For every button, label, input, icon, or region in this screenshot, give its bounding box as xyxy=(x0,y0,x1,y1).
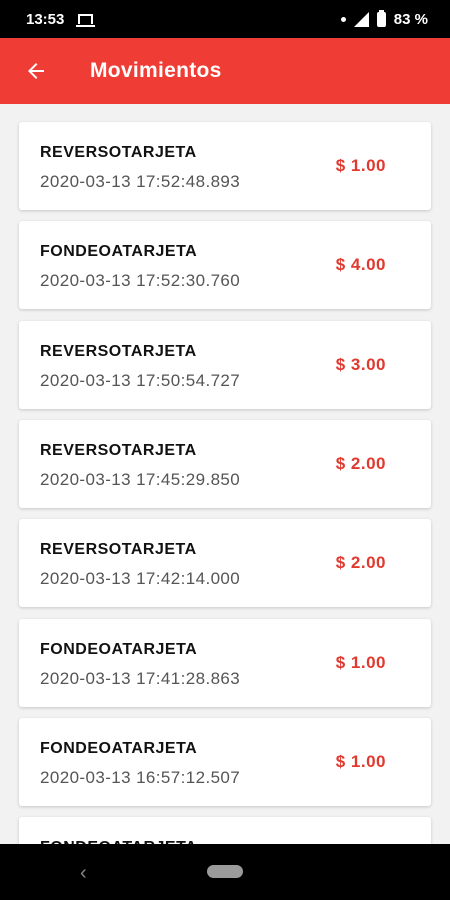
laptop-icon xyxy=(76,14,96,27)
back-button[interactable] xyxy=(0,38,70,104)
movement-type: REVERSOTARJETA xyxy=(40,541,197,558)
movement-date: 2020-03-13 17:45:29.850 xyxy=(40,470,241,489)
movement-date: 2020-03-13 17:52:48.893 xyxy=(40,172,241,191)
movement-amount: $ 1.00 xyxy=(335,156,386,175)
movement-type: FONDEOATARJETA xyxy=(40,740,198,757)
battery-level: 83 % xyxy=(393,10,428,28)
movement-type: REVERSOTARJETA xyxy=(40,442,197,459)
movement-card[interactable]: REVERSOTARJETA 2020-03-13 17:42:14.000 $… xyxy=(19,519,431,607)
nav-back-icon[interactable]: ‹ xyxy=(80,862,87,885)
movement-type: REVERSOTARJETA xyxy=(40,343,197,360)
movement-date: 2020-03-13 17:41:28.863 xyxy=(40,669,241,688)
movement-type: FONDEOATARJETA xyxy=(40,243,198,260)
movement-amount: $ 2.00 xyxy=(335,553,386,572)
movement-card[interactable]: REVERSOTARJETA 2020-03-13 17:52:48.893 $… xyxy=(19,122,431,210)
movement-type: REVERSOTARJETA xyxy=(40,144,197,161)
movement-card[interactable]: REVERSOTARJETA 2020-03-13 17:50:54.727 $… xyxy=(19,321,431,409)
movement-card[interactable]: REVERSOTARJETA 2020-03-13 17:45:29.850 $… xyxy=(19,420,431,508)
status-bar: 13:53 83 % xyxy=(0,0,450,38)
movement-amount: $ 2.00 xyxy=(335,454,386,473)
movement-card[interactable]: FONDEOATARJETA xyxy=(19,817,431,844)
movements-list[interactable]: REVERSOTARJETA 2020-03-13 17:52:48.893 $… xyxy=(0,104,450,844)
movement-amount: $ 4.00 xyxy=(335,255,386,274)
movement-date: 2020-03-13 17:52:30.760 xyxy=(40,271,241,290)
movement-date: 2020-03-13 17:50:54.727 xyxy=(40,371,241,390)
movement-date: 2020-03-13 17:42:14.000 xyxy=(40,569,241,588)
status-time: 13:53 xyxy=(26,10,65,28)
notification-dot-icon xyxy=(340,16,346,22)
movement-card[interactable]: FONDEOATARJETA 2020-03-13 17:52:30.760 $… xyxy=(19,221,431,309)
nav-home-pill-icon[interactable] xyxy=(207,865,243,878)
page-title: Movimientos xyxy=(90,59,222,82)
movement-amount: $ 1.00 xyxy=(335,653,386,672)
movement-amount: $ 1.00 xyxy=(335,752,386,771)
movement-card[interactable]: FONDEOATARJETA 2020-03-13 16:57:12.507 $… xyxy=(19,718,431,806)
movement-date: 2020-03-13 16:57:12.507 xyxy=(40,768,241,787)
system-nav-bar: ‹ xyxy=(0,844,450,900)
signal-icon xyxy=(353,11,369,27)
movement-type: FONDEOATARJETA xyxy=(40,641,198,658)
battery-icon xyxy=(376,9,386,27)
arrow-left-icon xyxy=(28,63,44,79)
movement-card[interactable]: FONDEOATARJETA 2020-03-13 17:41:28.863 $… xyxy=(19,619,431,707)
app-bar: Movimientos xyxy=(0,38,450,104)
movement-amount: $ 3.00 xyxy=(335,355,386,374)
